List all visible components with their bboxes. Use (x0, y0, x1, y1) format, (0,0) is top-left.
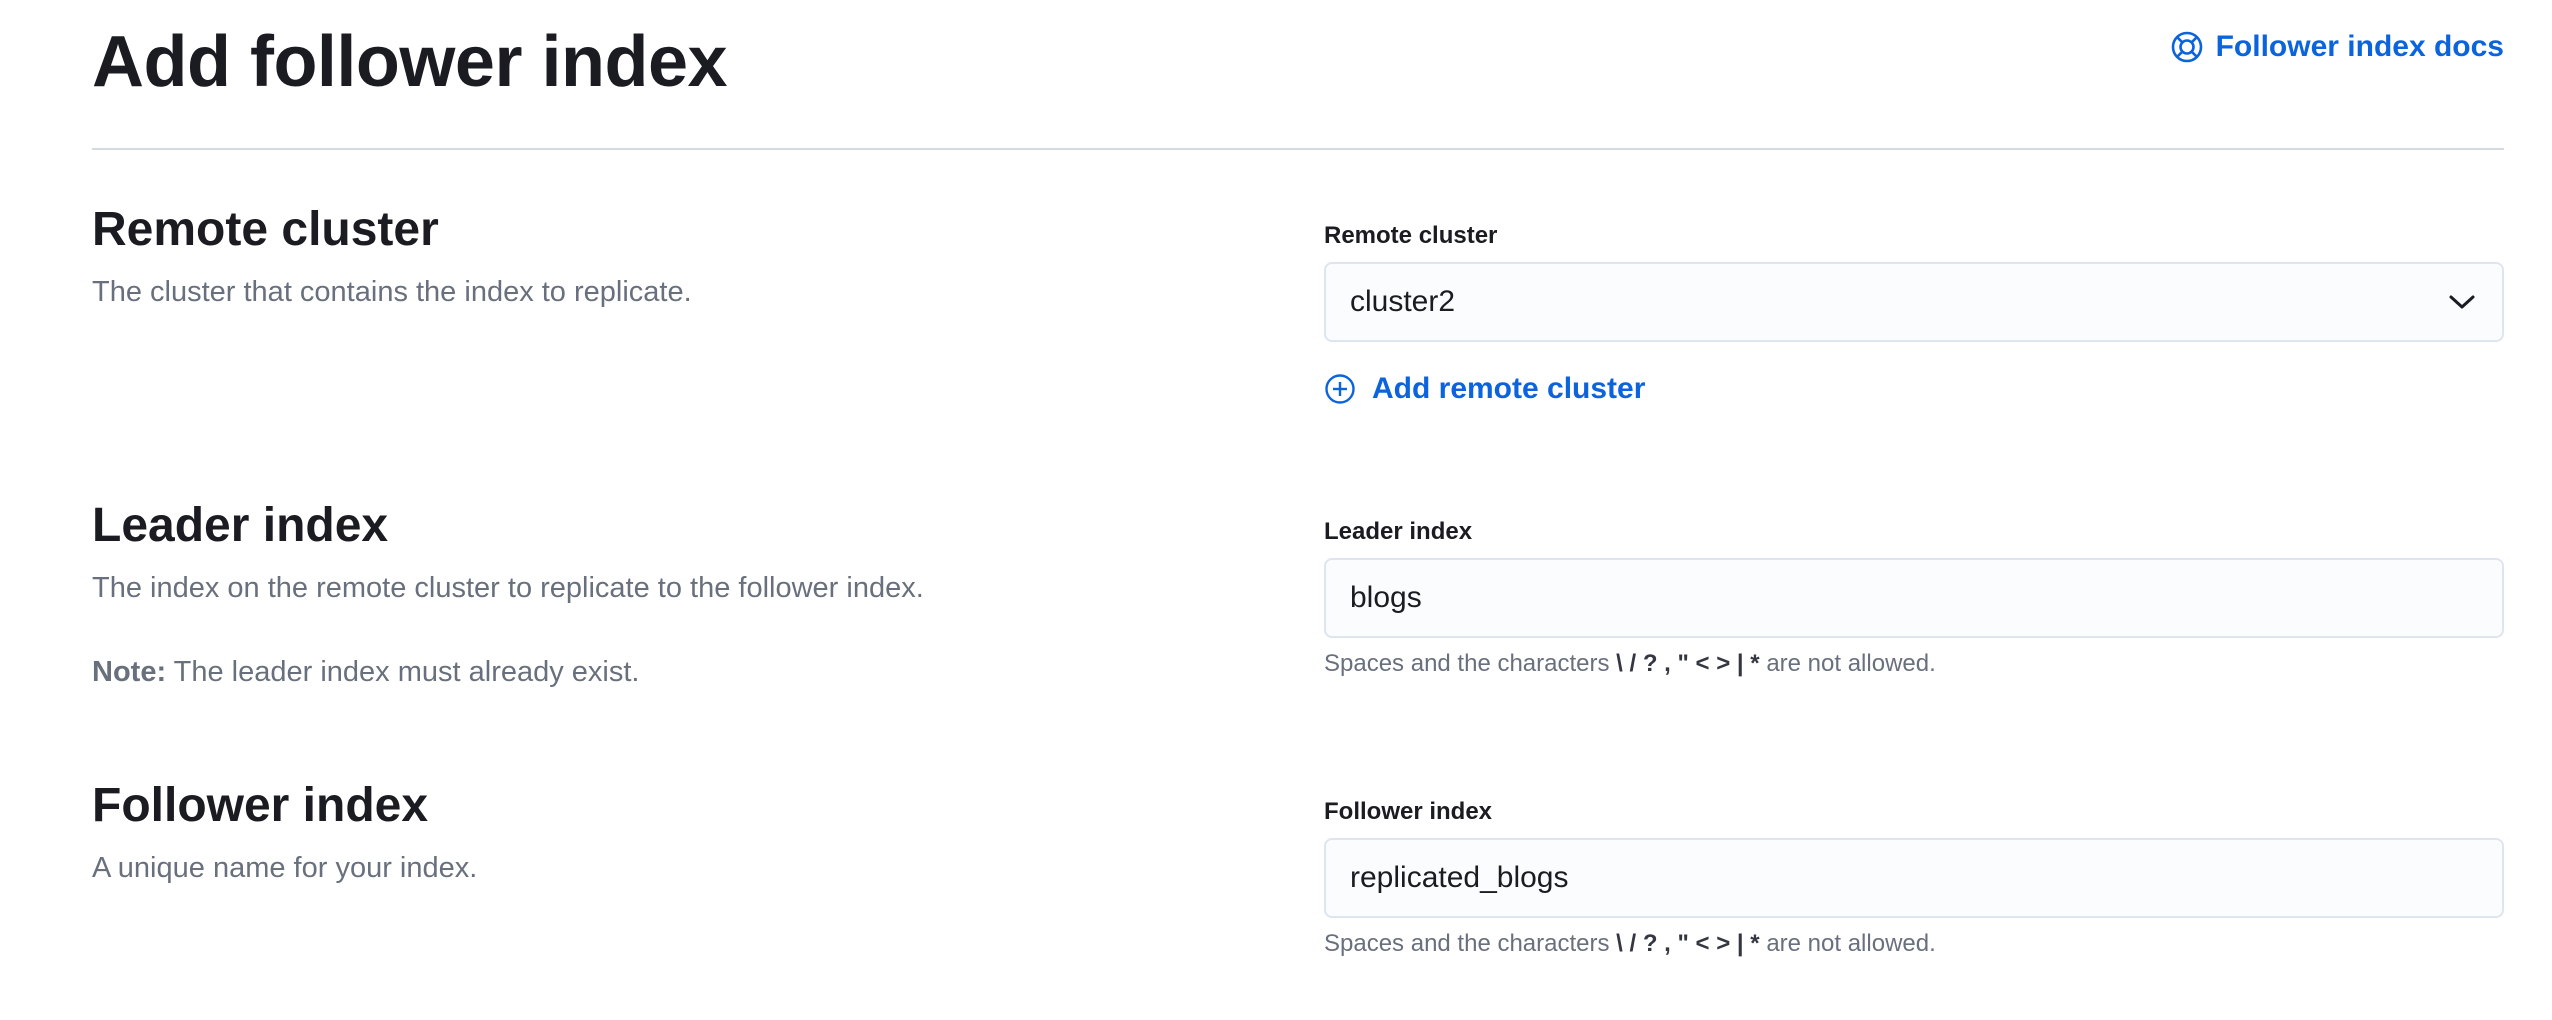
follower-index-field-label: Follower index (1324, 798, 1493, 825)
lifebuoy-icon (2170, 30, 2204, 64)
remote-cluster-field-label: Remote cluster (1324, 222, 1498, 249)
remote-cluster-selected-value: cluster2 (1350, 285, 1456, 318)
leader-index-description-panel: Leader index The index on the remote clu… (92, 496, 1192, 692)
follower-index-field-panel: Follower index Spaces and the characters… (1324, 796, 2504, 960)
plus-in-circle-icon (1324, 373, 1356, 405)
follower-index-description-panel: Follower index A unique name for your in… (92, 776, 1192, 888)
note-text: The leader index must already exist. (166, 656, 640, 688)
leader-index-help-text: Spaces and the characters \ / ? , " < > … (1324, 648, 2504, 680)
follower-index-docs-link[interactable]: Follower index docs (2170, 30, 2504, 64)
docs-link-label: Follower index docs (2215, 30, 2504, 63)
follower-index-input-wrapper (1324, 838, 2504, 918)
chevron-down-icon (2446, 286, 2478, 318)
help-prefix: Spaces and the characters (1324, 650, 1617, 677)
header-divider (92, 148, 2504, 150)
remote-cluster-select[interactable]: cluster2 (1324, 262, 2504, 342)
leader-index-description: The index on the remote cluster to repli… (92, 572, 924, 604)
add-remote-cluster-label: Add remote cluster (1372, 372, 1646, 405)
follower-index-help-text: Spaces and the characters \ / ? , " < > … (1324, 928, 2504, 960)
leader-index-title: Leader index (92, 499, 389, 552)
remote-cluster-description-panel: Remote cluster The cluster that contains… (92, 200, 1192, 312)
leader-index-field-panel: Leader index Spaces and the characters \… (1324, 516, 2504, 680)
help-suffix: are not allowed. (1759, 650, 1936, 677)
follower-index-title: Follower index (92, 779, 429, 832)
remote-cluster-field-panel: Remote cluster cluster2 Add remote clust… (1324, 220, 2504, 406)
note-label: Note: (92, 656, 167, 688)
remote-cluster-title: Remote cluster (92, 203, 439, 256)
help-suffix: are not allowed. (1759, 930, 1936, 957)
leader-index-input-wrapper (1324, 558, 2504, 638)
page-title: Add follower index (92, 22, 728, 102)
forbidden-characters: \ / ? , " < > | * (1616, 930, 1760, 957)
page-header: Add follower index Follower index docs (92, 0, 2504, 150)
follower-index-form-page: Add follower index Follower index docs R… (92, 0, 2504, 1020)
remote-cluster-description: The cluster that contains the index to r… (92, 276, 692, 308)
help-prefix: Spaces and the characters (1324, 930, 1617, 957)
leader-index-field-label: Leader index (1324, 518, 1473, 545)
leader-index-input[interactable] (1350, 581, 2478, 615)
follower-index-description: A unique name for your index. (92, 852, 478, 884)
leader-index-note: Note: The leader index must already exis… (92, 652, 1192, 692)
follower-index-input[interactable] (1350, 861, 2478, 895)
forbidden-characters: \ / ? , " < > | * (1616, 650, 1760, 677)
add-remote-cluster-button[interactable]: Add remote cluster (1324, 372, 2504, 406)
